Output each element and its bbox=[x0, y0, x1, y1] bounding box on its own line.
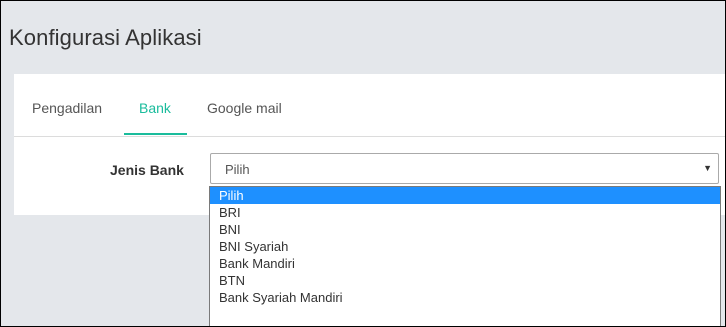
app-window: Konfigurasi Aplikasi Pengadilan Bank Goo… bbox=[0, 0, 726, 327]
active-tab-indicator bbox=[124, 133, 187, 135]
tab-pengadilan[interactable]: Pengadilan bbox=[32, 100, 102, 116]
option-bri[interactable]: BRI bbox=[210, 204, 720, 221]
option-bni[interactable]: BNI bbox=[210, 221, 720, 238]
tab-bank[interactable]: Bank bbox=[139, 100, 171, 116]
option-btn[interactable]: BTN bbox=[210, 272, 720, 289]
tab-google-mail[interactable]: Google mail bbox=[207, 100, 282, 116]
page-title: Konfigurasi Aplikasi bbox=[9, 25, 202, 50]
option-bank-syariah-mandiri[interactable]: Bank Syariah Mandiri bbox=[210, 289, 720, 306]
option-bank-mandiri[interactable]: Bank Mandiri bbox=[210, 255, 720, 272]
chevron-down-icon: ▼ bbox=[703, 163, 712, 173]
bank-type-label: Jenis Bank bbox=[110, 162, 184, 178]
bank-type-select[interactable]: Pilih ▼ bbox=[210, 153, 719, 184]
option-bni-syariah[interactable]: BNI Syariah bbox=[210, 238, 720, 255]
tab-bar: Pengadilan Bank Google mail bbox=[14, 74, 725, 137]
bank-type-selected-value: Pilih bbox=[225, 162, 250, 177]
bank-type-dropdown-list[interactable]: Pilih BRI BNI BNI Syariah Bank Mandiri B… bbox=[209, 186, 721, 326]
option-pilih[interactable]: Pilih bbox=[210, 187, 720, 204]
